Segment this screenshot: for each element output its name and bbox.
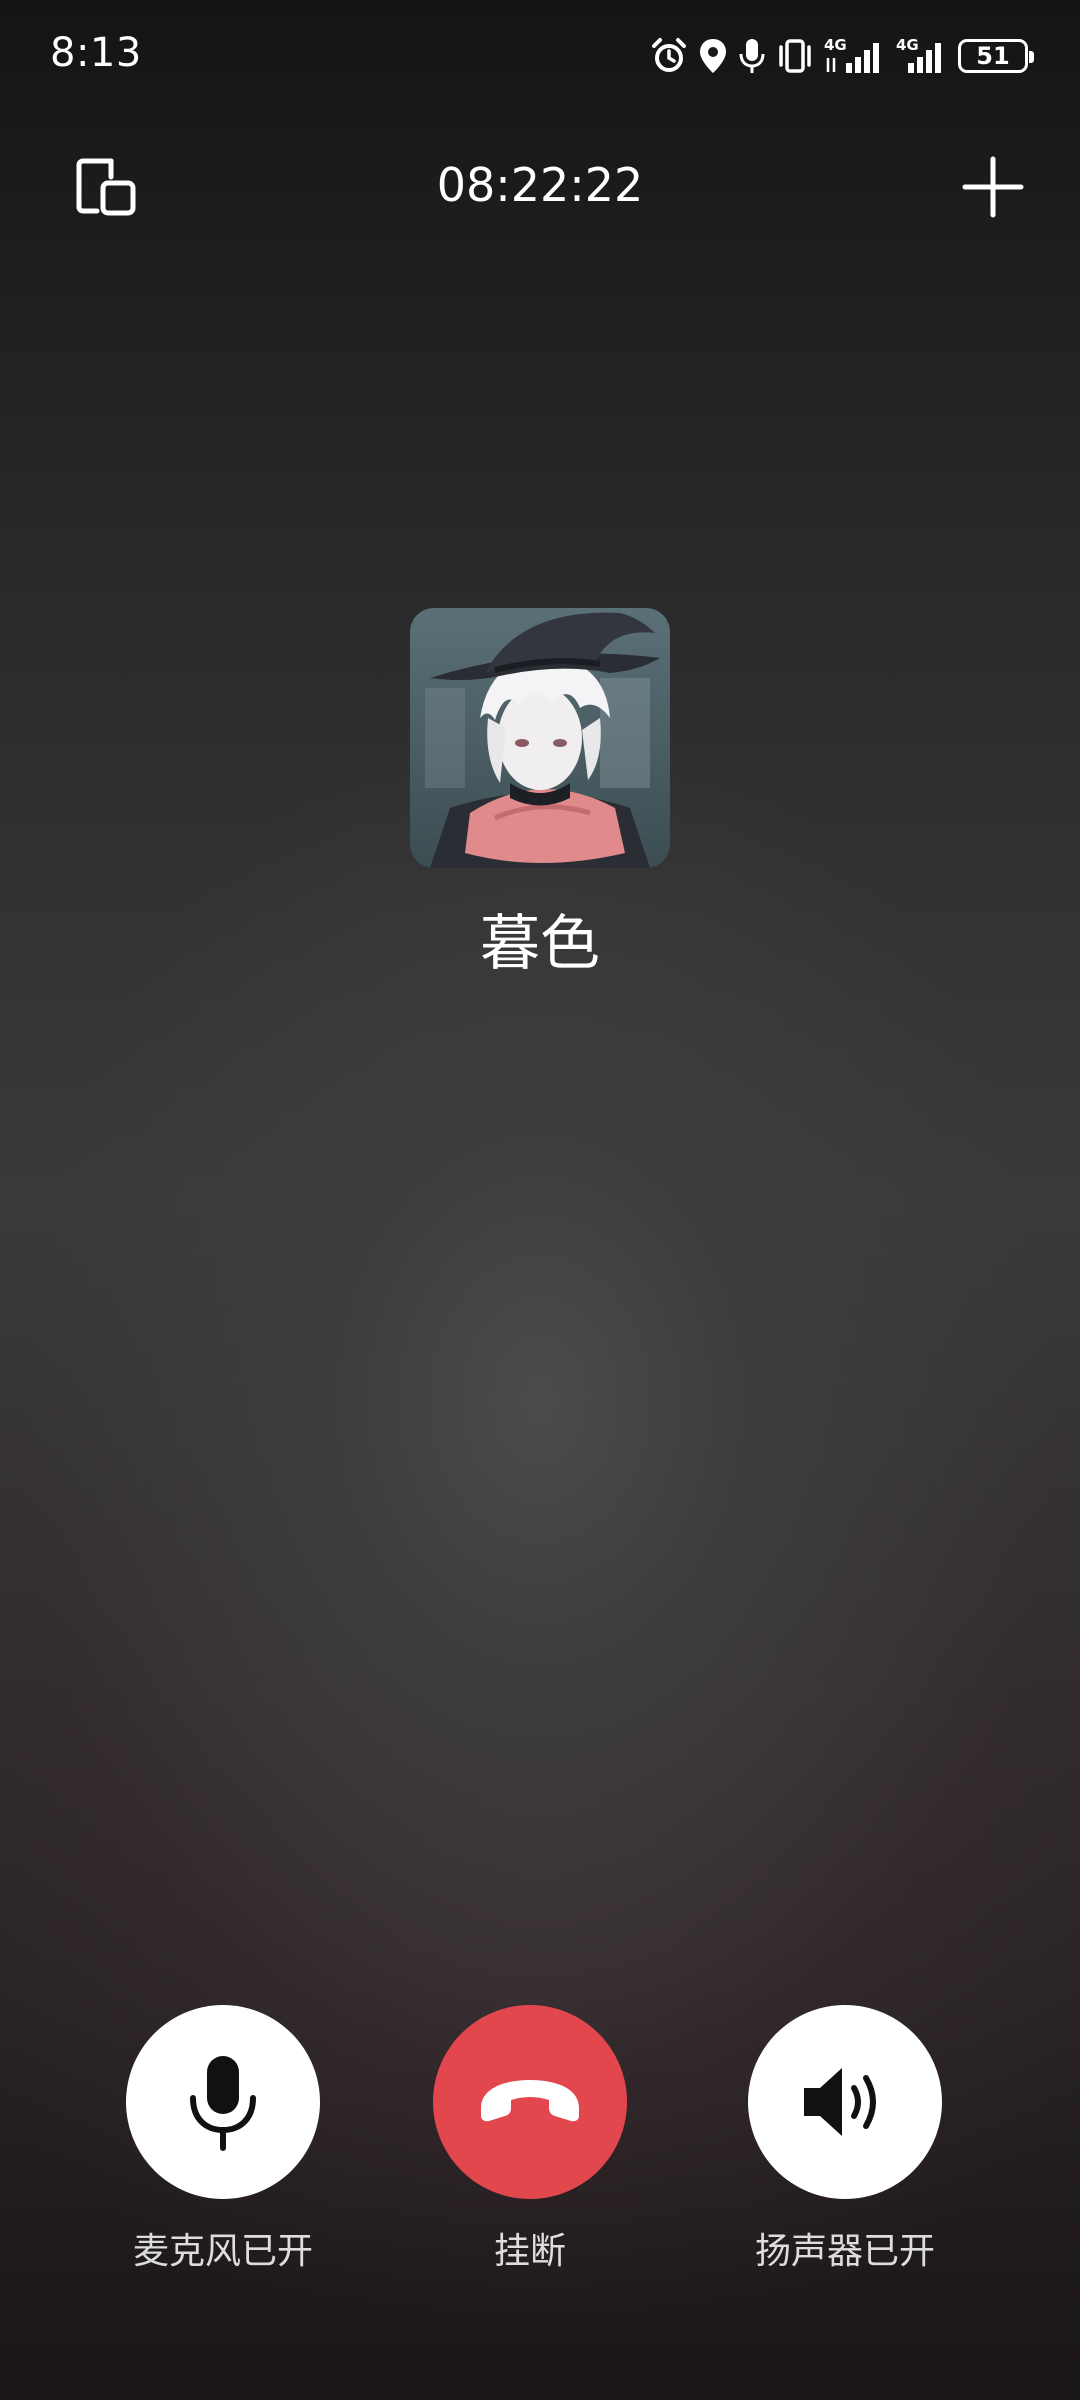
mic-icon	[739, 39, 765, 73]
plus-icon	[962, 156, 1024, 218]
signal-icon	[908, 43, 941, 73]
hang-up-icon	[481, 2080, 579, 2122]
microphone-button[interactable]	[126, 2005, 320, 2199]
status-bar: 8:13 4G 4G 51	[0, 0, 1080, 110]
hang-up-button[interactable]	[433, 2005, 627, 2199]
battery-icon: 51	[958, 39, 1034, 73]
speaker-button[interactable]	[748, 2005, 942, 2199]
signal-1: 4G	[824, 36, 886, 76]
caller-avatar	[410, 608, 670, 868]
caller-name: 暮色	[480, 909, 600, 979]
status-time: 8:13	[50, 30, 142, 76]
microphone-label: 麦克风已开	[132, 2231, 313, 2272]
signal-icon	[826, 43, 879, 73]
call-duration: 08:22:22	[436, 158, 644, 212]
microphone-icon	[190, 2056, 256, 2151]
hang-up-label: 挂断	[493, 2231, 566, 2272]
speaker-icon	[804, 2068, 876, 2136]
location-icon	[700, 39, 726, 73]
status-icons: 4G 4G 51	[650, 34, 1034, 78]
vibrate-icon	[779, 39, 811, 73]
add-participant-button[interactable]	[956, 150, 1030, 224]
alarm-icon	[652, 38, 686, 72]
signal-2: 4G	[896, 36, 948, 76]
battery-level: 51	[976, 42, 1010, 70]
speaker-label: 扬声器已开	[754, 2231, 935, 2272]
